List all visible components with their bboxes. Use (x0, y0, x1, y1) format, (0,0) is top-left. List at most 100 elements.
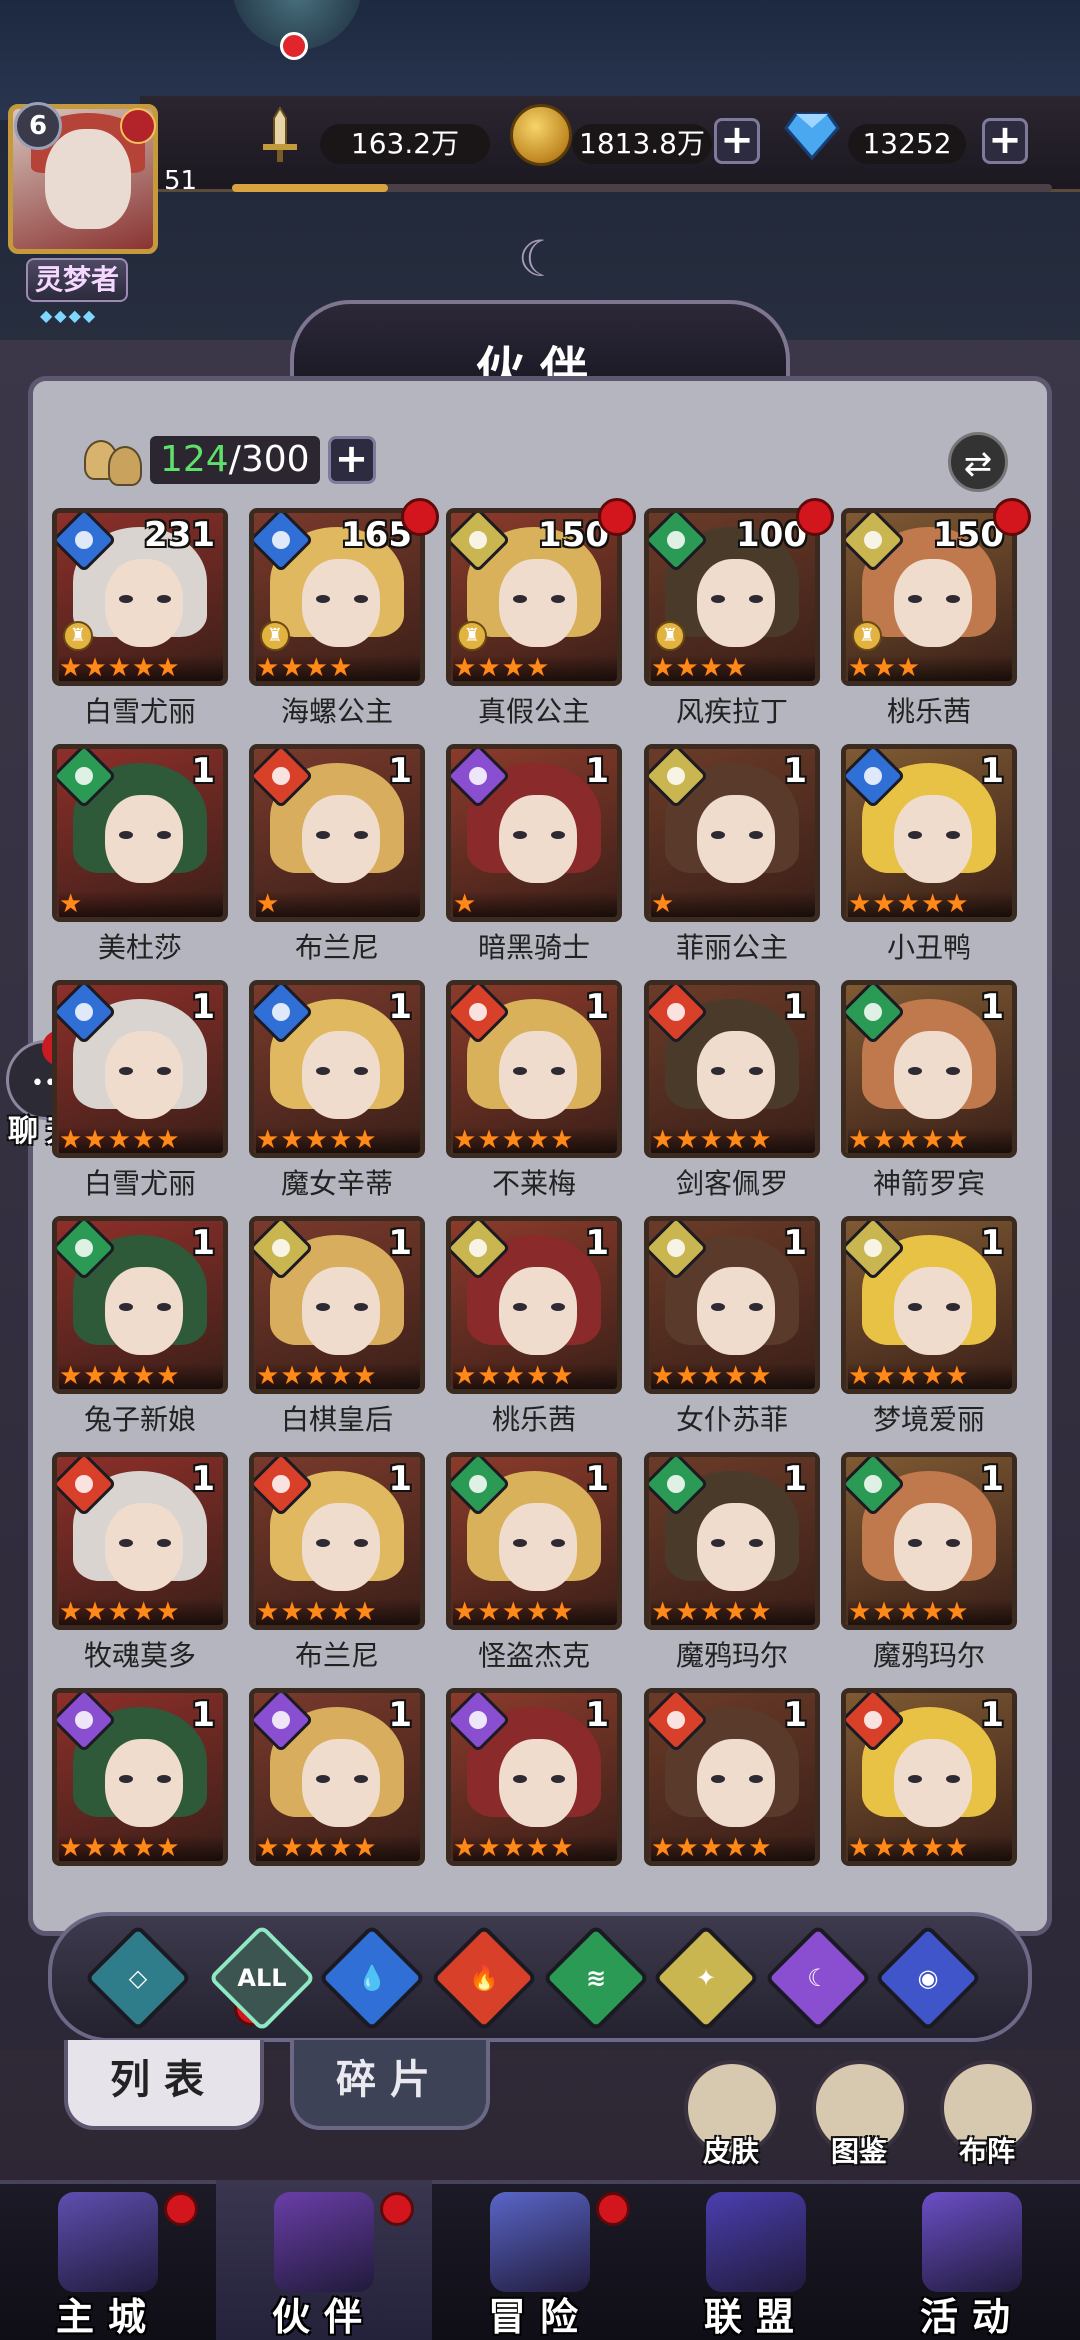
partner-card[interactable]: 1 ★ ★ ★ ★ ★ (52, 980, 228, 1158)
star-icon: ★ (920, 1361, 945, 1391)
portrait-eye (946, 831, 960, 839)
portrait-eye (316, 1303, 330, 1311)
partner-card[interactable]: 1 ★ ★ ★ ★ ★ (249, 980, 425, 1158)
star-rating: ★ ★ ★ ★ ★ (453, 1833, 617, 1863)
exp-bar-fill (232, 184, 388, 192)
star-icon: ★ (501, 1833, 525, 1863)
partner-card[interactable]: 1 ★ ★ ★ ★ ★ (249, 1216, 425, 1394)
partner-name: 不莱梅 (491, 1167, 576, 1200)
portrait-face (894, 1739, 972, 1827)
star-icon: ★ (723, 653, 748, 683)
expand-capacity-button[interactable]: + (327, 436, 376, 484)
star-icon: ★ (453, 1833, 477, 1863)
portrait-eye (711, 1303, 725, 1311)
star-icon: ★ (304, 653, 328, 683)
partner-level: 1 (585, 1223, 609, 1263)
nav-label: 主城 (55, 2294, 160, 2339)
partner-card[interactable]: 1 ★ ★ ★ ★ ★ (52, 1216, 228, 1394)
portrait-face (697, 1739, 775, 1827)
codex-label: 图鉴 (830, 2135, 887, 2168)
star-icon: ★ (920, 1597, 945, 1627)
star-icon: ★ (256, 653, 280, 683)
partner-card[interactable]: 1 ★ (249, 744, 425, 922)
partner-level: 1 (388, 1459, 412, 1499)
partner-card[interactable]: 1 ★ (446, 744, 622, 922)
star-icon: ★ (328, 1361, 353, 1391)
star-icon: ★ (107, 1361, 131, 1391)
nav-item-4[interactable]: 活动 (864, 2180, 1080, 2340)
star-rating: ★ ★ ★ ★ ★ (848, 1835, 1012, 1861)
partner-card[interactable]: 1 ★ ★ ★ ★ ★ (52, 1688, 228, 1866)
partner-level: 1 (585, 987, 609, 1027)
player-title-badge[interactable]: 灵梦者 (26, 258, 128, 302)
star-icon: ★ (131, 1833, 156, 1863)
partner-card[interactable]: 1 ★ ★ ★ ★ ★ (249, 1688, 425, 1866)
portrait-eye (551, 1303, 565, 1311)
tab-list[interactable]: 列表 (64, 2040, 264, 2130)
partner-name: 桃乐茜 (491, 1403, 576, 1436)
add-gold-button[interactable]: + (714, 118, 760, 164)
star-icon: ★ (328, 1125, 353, 1155)
star-rating: ★ ★ ★ ★ (256, 653, 420, 683)
partner-card[interactable]: 1 ★ ★ ★ ★ ★ (446, 980, 622, 1158)
sort-toggle-icon[interactable]: ⇄ (948, 432, 1008, 492)
portrait-eye (946, 595, 960, 603)
partner-card[interactable]: 1 ★ ★ ★ ★ ★ (446, 1452, 622, 1630)
partner-name: 牧魂莫多 (83, 1639, 196, 1672)
partner-name: 魔鸦玛尔 (872, 1639, 985, 1672)
portrait-face (302, 1739, 380, 1827)
partner-card[interactable]: 1 ★ ★ ★ ★ ★ (446, 1216, 622, 1394)
partner-card[interactable]: 1 ★ ★ ★ ★ ★ (841, 744, 1017, 922)
partner-card[interactable]: 1 ★ ★ ★ ★ ★ (841, 1452, 1017, 1630)
portrait-face (105, 795, 183, 883)
partner-name: 白雪尤丽 (83, 1167, 196, 1200)
partner-card[interactable]: 1 ★ ★ ★ ★ ★ (841, 1216, 1017, 1394)
portrait-eye (354, 1303, 368, 1311)
partner-level: 1 (783, 987, 807, 1027)
partner-card[interactable]: 1 ★ ★ ★ ★ ★ (644, 1216, 820, 1394)
partner-card[interactable]: 1 ★ ★ ★ ★ ★ (249, 1452, 425, 1630)
star-rating: ★ ★ ★ ★ ★ (848, 1597, 1012, 1627)
portrait-eye (908, 831, 922, 839)
star-icon: ★ (675, 1833, 699, 1863)
star-rating: ★ (453, 889, 617, 919)
star-rating: ★ (651, 891, 815, 917)
partner-name: 暗黑骑士 (477, 931, 590, 964)
partner-card[interactable]: 1 ★ (52, 744, 228, 922)
star-icon: ★ (280, 653, 304, 683)
portrait-eye (513, 1539, 527, 1547)
partner-card[interactable]: 1 ★ ★ ★ ★ ★ (446, 1688, 622, 1866)
partner-name: 神箭罗宾 (872, 1167, 985, 1200)
partner-card[interactable]: 1 ★ ★ ★ ★ ★ (841, 980, 1017, 1158)
portrait-eye (711, 1539, 725, 1547)
partner-card[interactable]: 150 ♜ ★ ★ ★ ★ (446, 508, 622, 686)
portrait-face (697, 1503, 775, 1591)
nav-item-3[interactable]: 联盟 (648, 2180, 864, 2340)
partner-card[interactable]: 1 ★ ★ ★ ★ ★ (644, 1452, 820, 1630)
partner-card[interactable]: 100 ♜ ★ ★ ★ ★ (644, 508, 820, 686)
add-gems-button[interactable]: + (982, 118, 1028, 164)
partner-card[interactable]: 150 ♜ ★ ★ ★ (841, 508, 1017, 686)
partner-card[interactable]: 1 ★ ★ ★ ★ ★ (644, 1688, 820, 1866)
partner-card[interactable]: 231 ♜ ★ ★ ★ ★ ★ (52, 508, 228, 686)
star-icon: ★ (453, 889, 477, 919)
star-icon: ★ (59, 1361, 83, 1391)
star-rating: ★ ★ ★ ★ ★ (256, 1361, 420, 1391)
star-icon: ★ (748, 1833, 772, 1863)
partner-card[interactable]: 165 ♜ ★ ★ ★ ★ (249, 508, 425, 686)
power-display: 163.2万 (320, 116, 490, 172)
portrait-eye (316, 1539, 330, 1547)
star-icon: ★ (353, 1125, 377, 1155)
star-icon: ★ (699, 1597, 723, 1627)
partner-card[interactable]: 1 ★ ★ ★ ★ ★ (644, 980, 820, 1158)
star-rating: ★ ★ ★ ★ ★ (256, 1599, 420, 1625)
partner-card[interactable]: 1 ★ ★ ★ ★ ★ (52, 1452, 228, 1630)
portrait-eye (513, 1067, 527, 1075)
star-icon: ★ (525, 1361, 550, 1391)
nav-icon (274, 2192, 374, 2292)
partner-card[interactable]: 1 ★ ★ ★ ★ ★ (841, 1688, 1017, 1866)
tab-fragments[interactable]: 碎片 (290, 2040, 490, 2130)
star-icon: ★ (453, 653, 477, 683)
partner-card[interactable]: 1 ★ (644, 744, 820, 922)
partner-name: 美杜莎 (97, 931, 182, 964)
